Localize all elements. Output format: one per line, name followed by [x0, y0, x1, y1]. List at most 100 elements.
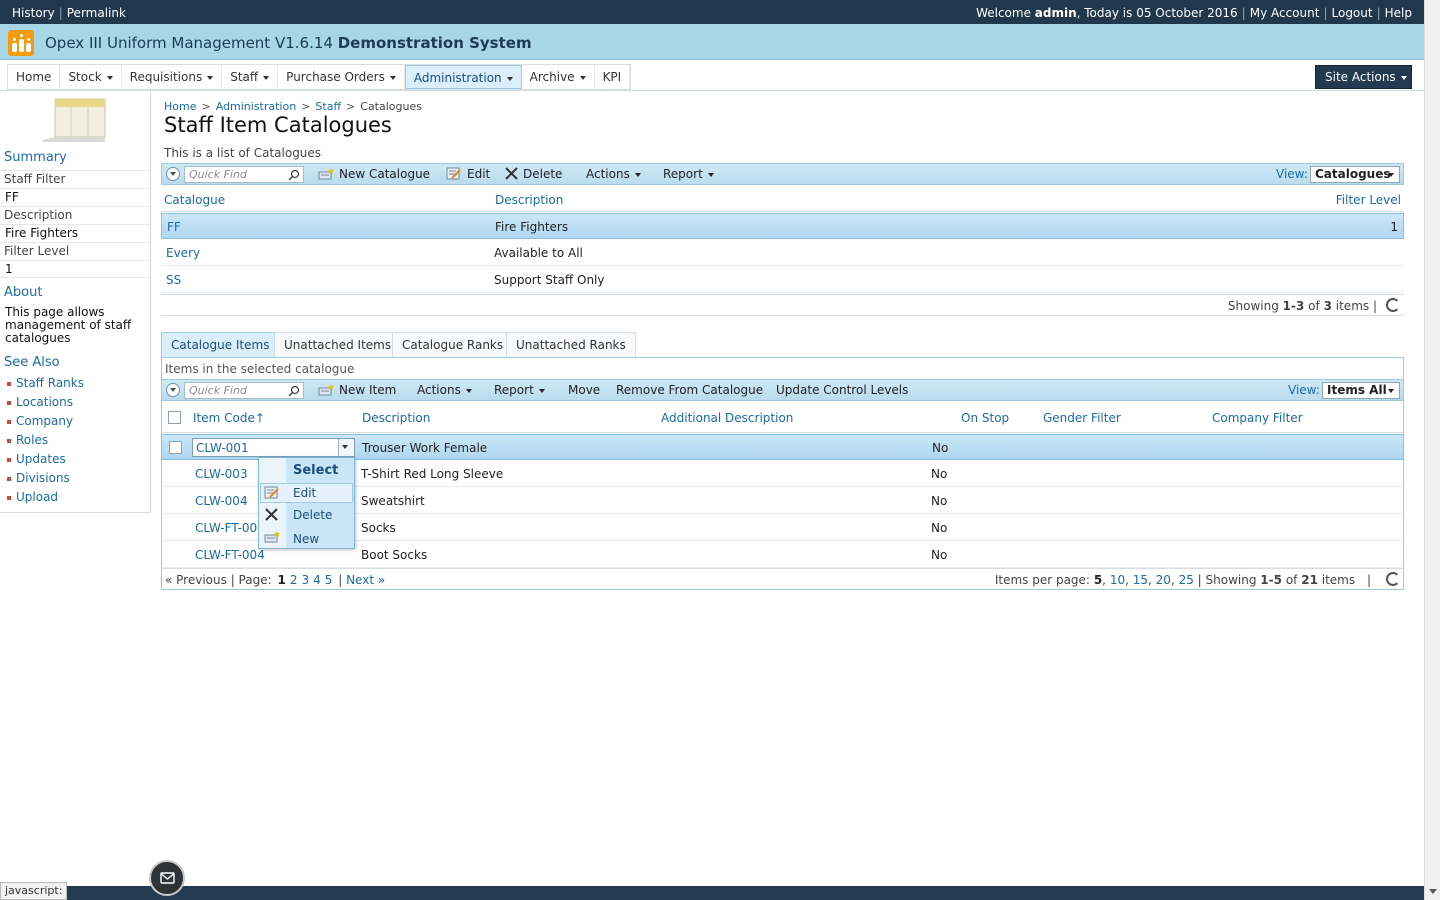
- username: admin: [1034, 6, 1077, 20]
- page-link-1[interactable]: 1: [277, 573, 285, 587]
- col-company-filter[interactable]: Company Filter: [1212, 411, 1303, 425]
- move-button[interactable]: Move: [568, 383, 600, 397]
- catalogue-code-link[interactable]: FF: [167, 220, 181, 234]
- col-on-stop[interactable]: On Stop: [961, 411, 1009, 425]
- item-description: Trouser Work Female: [362, 441, 488, 455]
- nav-item-kpi[interactable]: KPI: [595, 65, 631, 89]
- catalogue-row[interactable]: Every Available to All: [161, 240, 1404, 266]
- catalogues-refresh-icon[interactable]: [1386, 298, 1400, 312]
- page-link-5[interactable]: 5: [325, 573, 333, 587]
- search-icon[interactable]: [288, 385, 300, 397]
- catalogue-code-link[interactable]: SS: [166, 273, 181, 287]
- search-icon[interactable]: [288, 169, 300, 181]
- nav-item-staff[interactable]: Staff: [222, 65, 279, 89]
- col-additional-description[interactable]: Additional Description: [661, 411, 793, 425]
- menu-item-delete[interactable]: Delete: [293, 508, 332, 522]
- page-link-2[interactable]: 2: [290, 573, 298, 587]
- item-description: T-Shirt Red Long Sleeve: [361, 467, 504, 481]
- see-also-updates[interactable]: Updates: [7, 452, 66, 466]
- catalogues-collapse-icon[interactable]: [166, 167, 180, 181]
- nav-item-requisitions[interactable]: Requisitions: [122, 65, 223, 89]
- my-account-link[interactable]: My Account: [1250, 6, 1320, 20]
- col-gender-filter[interactable]: Gender Filter: [1043, 411, 1121, 425]
- see-also-company[interactable]: Company: [7, 414, 73, 428]
- welcome-text: Welcome: [976, 6, 1031, 20]
- catalogues-showing-text: Showing 1-3 of 3 items |: [1227, 299, 1377, 313]
- see-also-upload[interactable]: Upload: [7, 490, 58, 504]
- remove-from-catalogue-button[interactable]: Remove From Catalogue: [616, 383, 763, 397]
- items-collapse-icon[interactable]: [166, 383, 180, 397]
- item-code-link[interactable]: CLW-003: [195, 467, 248, 481]
- items-refresh-icon[interactable]: [1386, 572, 1400, 586]
- chevron-down-icon[interactable]: [338, 439, 354, 456]
- see-also-locations[interactable]: Locations: [7, 395, 73, 409]
- next-page-link[interactable]: Next »: [346, 573, 385, 587]
- nav-item-purchase-orders[interactable]: Purchase Orders: [278, 65, 405, 89]
- nav-item-administration[interactable]: Administration: [404, 65, 522, 89]
- tab-unattached-items[interactable]: Unattached Items: [274, 332, 402, 357]
- per-page-option-5[interactable]: 5: [1094, 573, 1102, 587]
- catalogues-actions-menu[interactable]: Actions: [586, 167, 641, 181]
- per-page-option-20[interactable]: 20: [1156, 573, 1171, 587]
- site-actions-button[interactable]: Site Actions: [1315, 65, 1412, 89]
- staff-filter-value: FF: [0, 188, 150, 206]
- item-code-link[interactable]: CLW-FT-003: [195, 521, 265, 535]
- breadcrumb-staff[interactable]: Staff: [315, 100, 341, 113]
- history-link[interactable]: History: [12, 6, 55, 20]
- items-quick-find-input[interactable]: Quick Find: [184, 382, 304, 399]
- catalogue-row[interactable]: FF Fire Fighters 1: [161, 213, 1404, 239]
- tab-unattached-ranks[interactable]: Unattached Ranks: [506, 332, 636, 357]
- col-catalogue[interactable]: Catalogue: [164, 193, 225, 207]
- catalogue-code-link[interactable]: Every: [166, 246, 200, 260]
- bullet-icon: [7, 476, 11, 481]
- item-code-dropdown[interactable]: CLW-001: [192, 438, 355, 457]
- nav-item-stock[interactable]: Stock: [60, 65, 122, 89]
- see-also-staff-ranks[interactable]: Staff Ranks: [7, 376, 84, 390]
- menu-item-new[interactable]: New: [293, 532, 319, 546]
- sort-ascending-icon: ↑: [254, 411, 265, 425]
- menu-title-select[interactable]: Select: [293, 463, 338, 478]
- select-all-checkbox[interactable]: [168, 411, 181, 424]
- logout-link[interactable]: Logout: [1332, 6, 1373, 20]
- see-also-divisions[interactable]: Divisions: [7, 471, 70, 485]
- delete-catalogue-button[interactable]: Delete: [505, 167, 562, 181]
- breadcrumb: Home > Administration > Staff > Catalogues: [164, 100, 422, 113]
- menu-item-edit[interactable]: Edit: [293, 486, 316, 500]
- per-page-option-25[interactable]: 25: [1179, 573, 1194, 587]
- previous-page-link[interactable]: « Previous: [165, 573, 227, 587]
- new-catalogue-button[interactable]: New Catalogue: [318, 167, 430, 181]
- mail-button[interactable]: [149, 860, 185, 896]
- update-control-levels-button[interactable]: Update Control Levels: [776, 383, 908, 397]
- per-page-option-15[interactable]: 15: [1133, 573, 1148, 587]
- catalogue-row[interactable]: SS Support Staff Only: [161, 267, 1404, 293]
- catalogues-report-menu[interactable]: Report: [663, 167, 714, 181]
- see-also-roles[interactable]: Roles: [7, 433, 48, 447]
- col-item-description[interactable]: Description: [362, 411, 430, 425]
- col-filter-level[interactable]: Filter Level: [1336, 193, 1401, 207]
- breadcrumb-home[interactable]: Home: [164, 100, 196, 113]
- nav-item-archive[interactable]: Archive: [522, 65, 595, 89]
- page-link-3[interactable]: 3: [301, 573, 309, 587]
- items-view-select[interactable]: Items All: [1322, 382, 1400, 399]
- nav-item-home[interactable]: Home: [8, 65, 61, 89]
- tab-catalogue-items[interactable]: Catalogue Items: [161, 332, 280, 357]
- permalink-link[interactable]: Permalink: [67, 6, 126, 20]
- items-report-menu[interactable]: Report: [494, 383, 545, 397]
- items-actions-menu[interactable]: Actions: [417, 383, 472, 397]
- scroll-down-icon[interactable]: [1429, 889, 1437, 894]
- catalogues-quick-find-input[interactable]: Quick Find: [184, 166, 304, 183]
- col-description[interactable]: Description: [495, 193, 563, 207]
- breadcrumb-administration[interactable]: Administration: [216, 100, 297, 113]
- tab-catalogue-ranks[interactable]: Catalogue Ranks: [392, 332, 514, 357]
- item-code-link[interactable]: CLW-FT-004: [195, 548, 265, 562]
- row-checkbox[interactable]: [169, 441, 182, 454]
- edit-catalogue-button[interactable]: Edit: [446, 167, 490, 181]
- item-code-link[interactable]: CLW-004: [195, 494, 248, 508]
- per-page-option-10[interactable]: 10: [1110, 573, 1125, 587]
- col-item-code[interactable]: Item Code↑: [193, 411, 265, 425]
- help-link[interactable]: Help: [1385, 6, 1412, 20]
- page-link-4[interactable]: 4: [313, 573, 321, 587]
- page-scrollbar[interactable]: [1424, 0, 1440, 900]
- catalogues-view-select[interactable]: Catalogues: [1310, 166, 1400, 183]
- new-item-button[interactable]: New Item: [318, 383, 396, 397]
